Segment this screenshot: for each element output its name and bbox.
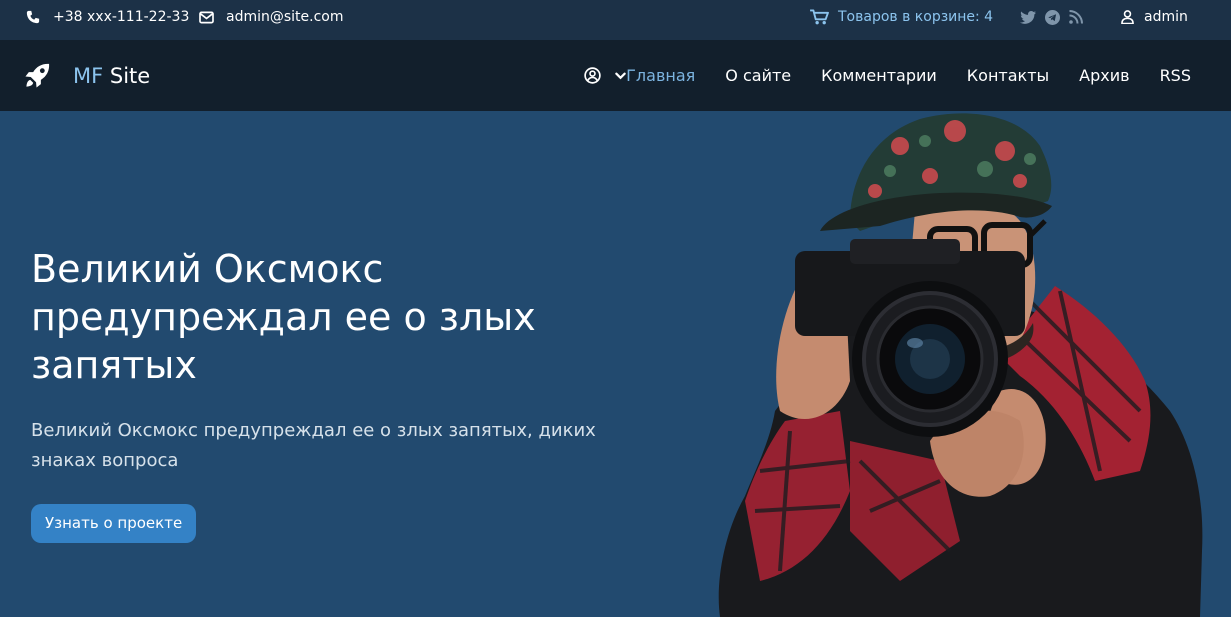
hero-title: Великий Оксмокс предупреждал ее о злых з… [31, 247, 536, 387]
phone-contact[interactable]: +38 xxx-111-22-33 [26, 0, 189, 34]
phone-number: +38 xxx-111-22-33 [53, 9, 190, 25]
cart-count-label: Товаров в корзине: 4 [838, 9, 994, 25]
shopping-cart-icon [810, 9, 829, 25]
twitter-icon[interactable] [1020, 10, 1036, 24]
top-bar: +38 xxx-111-22-33 admin@site.com Товаров… [0, 0, 1231, 40]
user-account[interactable]: admin [1121, 0, 1188, 34]
hero-section: Великий Оксмокс предупреждал ее о злых з… [0, 111, 1231, 617]
cart-link[interactable]: Товаров в корзине: 4 [810, 0, 993, 34]
user-icon [1121, 10, 1134, 24]
rocket-icon [25, 63, 50, 88]
phone-icon [26, 10, 40, 24]
telegram-icon[interactable] [1045, 9, 1060, 25]
nav-link-archive[interactable]: Архив [1079, 66, 1129, 85]
email-contact[interactable]: admin@site.com [199, 0, 344, 34]
hero-subtitle: Великий Оксмокс предупреждал ее о злых з… [31, 420, 596, 471]
photographer-image [718, 113, 1203, 617]
chevron-down-icon [615, 72, 626, 79]
envelope-icon [199, 11, 214, 23]
brand-logo[interactable]: MF Site [24, 62, 150, 89]
user-circle-icon [584, 67, 601, 84]
nav-link-contacts[interactable]: Контакты [967, 66, 1049, 85]
nav-link-comments[interactable]: Комментарии [821, 66, 937, 85]
nav-menu: Главная О сайте Комментарии Контакты Арх… [626, 40, 1191, 111]
main-navbar: MF Site Главная О сайте Комментарии Конт… [0, 40, 1231, 111]
learn-about-project-button[interactable]: Узнать о проекте [31, 504, 197, 543]
social-links [1020, 0, 1083, 34]
brand-site: Site [109, 63, 151, 88]
brand-name: MF Site [73, 64, 150, 88]
rss-icon[interactable] [1069, 10, 1083, 24]
nav-link-about[interactable]: О сайте [725, 66, 791, 85]
user-name: admin [1144, 9, 1188, 25]
brand-mf: MF [73, 63, 104, 88]
email-address: admin@site.com [226, 9, 344, 25]
account-dropdown[interactable] [584, 67, 626, 84]
nav-link-rss[interactable]: RSS [1160, 66, 1191, 85]
nav-link-home[interactable]: Главная [626, 66, 695, 85]
